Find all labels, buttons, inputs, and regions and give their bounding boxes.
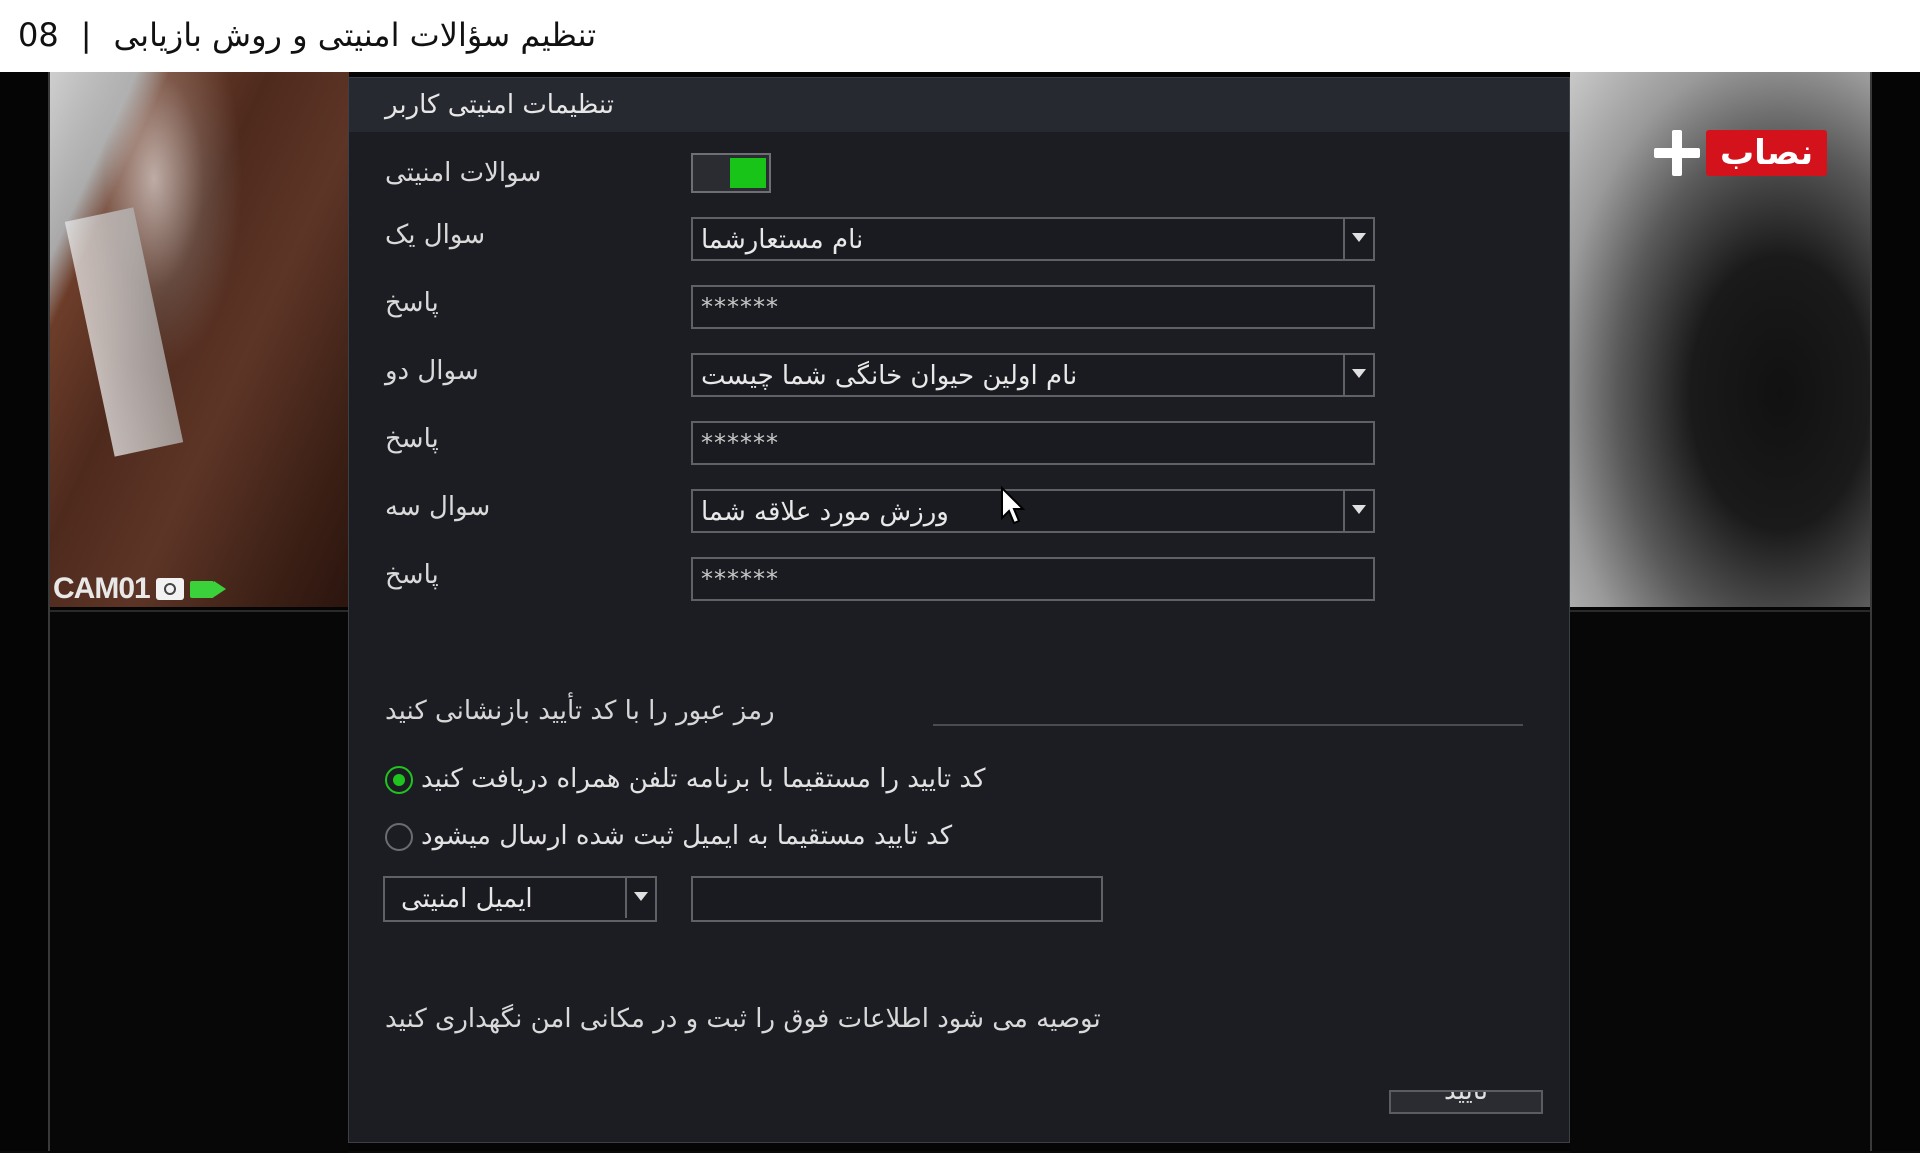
reset-section-title: رمز عبور را با کد تأیید بازنشانی کنید [385, 696, 775, 726]
answer-1-label: پاسخ [385, 288, 439, 318]
answer-3-field[interactable]: ****** [691, 557, 1375, 601]
security-settings-dialog: تنظیمات امنیتی کاربر سوالات امنیتی سوال … [348, 77, 1570, 1143]
security-questions-label: سوالات امنیتی [385, 158, 542, 188]
confirm-button[interactable]: تایید [1389, 1090, 1543, 1114]
security-note: توصیه می شود اطلاعات فوق را ثبت و در مکا… [385, 1004, 1101, 1034]
grid-divider [48, 72, 50, 1151]
answer-2-label: پاسخ [385, 424, 439, 454]
email-type-select[interactable]: ایمیل امنیتی [383, 876, 657, 922]
camera-feed-empty-left[interactable] [49, 610, 349, 1153]
plus-icon [1652, 128, 1702, 178]
camera-name: CAM01 [53, 572, 151, 605]
title-separator: | [80, 16, 92, 54]
toggle-knob [730, 158, 766, 188]
answer-3-label: پاسخ [385, 560, 439, 590]
question-1-select[interactable]: نام مستعارشما [691, 217, 1375, 261]
radio-mobile-app-label[interactable]: کد تایید را مستقیما با برنامه تلفن همراه… [421, 764, 985, 794]
dialog-title: تنظیمات امنیتی کاربر [385, 90, 615, 120]
radio-mobile-app[interactable] [385, 766, 413, 794]
chevron-down-icon[interactable] [1343, 355, 1373, 395]
camera-scene-paper [64, 207, 184, 457]
email-type-value: ایمیل امنیتی [401, 884, 533, 914]
snapshot-icon [155, 578, 184, 600]
channel-logo: نصاب [1652, 128, 1828, 178]
answer-2-field[interactable]: ****** [691, 421, 1375, 465]
question-1-value: نام مستعارشما [701, 225, 864, 255]
chevron-down-icon[interactable] [1343, 491, 1373, 531]
camera-feed-cam01[interactable] [49, 72, 349, 607]
question-2-select[interactable]: نام اولین حیوان خانگی شما چیست [691, 353, 1375, 397]
camera-feed-empty-right[interactable] [1570, 610, 1870, 1153]
answer-1-mask: ****** [701, 293, 779, 321]
question-3-value: ورزش مورد علاقه شما [701, 497, 949, 527]
grid-divider [1870, 72, 1872, 1151]
video-camera-icon [189, 578, 228, 600]
mouse-cursor-icon [1001, 486, 1026, 525]
security-questions-toggle[interactable] [691, 153, 771, 193]
top-title-bar: تنظیم سؤالات امنیتی و روش بازیابی | 08 [0, 0, 1920, 72]
confirm-button-label: تایید [1444, 1090, 1488, 1106]
dialog-header: تنظیمات امنیتی کاربر [349, 78, 1569, 132]
radio-email-label[interactable]: کد تایید مستقیما به ایمیل ثبت شده ارسال … [421, 821, 952, 851]
episode-title-text: تنظیم سؤالات امنیتی و روش بازیابی [113, 16, 597, 54]
question-3-label: سوال سه [385, 492, 491, 522]
answer-2-mask: ****** [701, 429, 779, 457]
section-divider [933, 724, 1523, 726]
logo-text: نصاب [1706, 130, 1828, 176]
camera-label: CAM01 [53, 572, 228, 606]
question-1-label: سوال یک [385, 220, 486, 250]
episode-number: 08 [18, 16, 59, 54]
chevron-down-icon[interactable] [625, 878, 655, 918]
chevron-down-icon[interactable] [1343, 219, 1373, 259]
question-2-label: سوال دو [385, 356, 479, 386]
answer-3-mask: ****** [701, 565, 779, 593]
radio-email[interactable] [385, 823, 413, 851]
answer-1-field[interactable]: ****** [691, 285, 1375, 329]
email-input[interactable] [691, 876, 1103, 922]
question-3-select[interactable]: ورزش مورد علاقه شما [691, 489, 1375, 533]
episode-title: تنظیم سؤالات امنیتی و روش بازیابی | 08 [18, 16, 596, 54]
question-2-value: نام اولین حیوان خانگی شما چیست [701, 361, 1078, 391]
